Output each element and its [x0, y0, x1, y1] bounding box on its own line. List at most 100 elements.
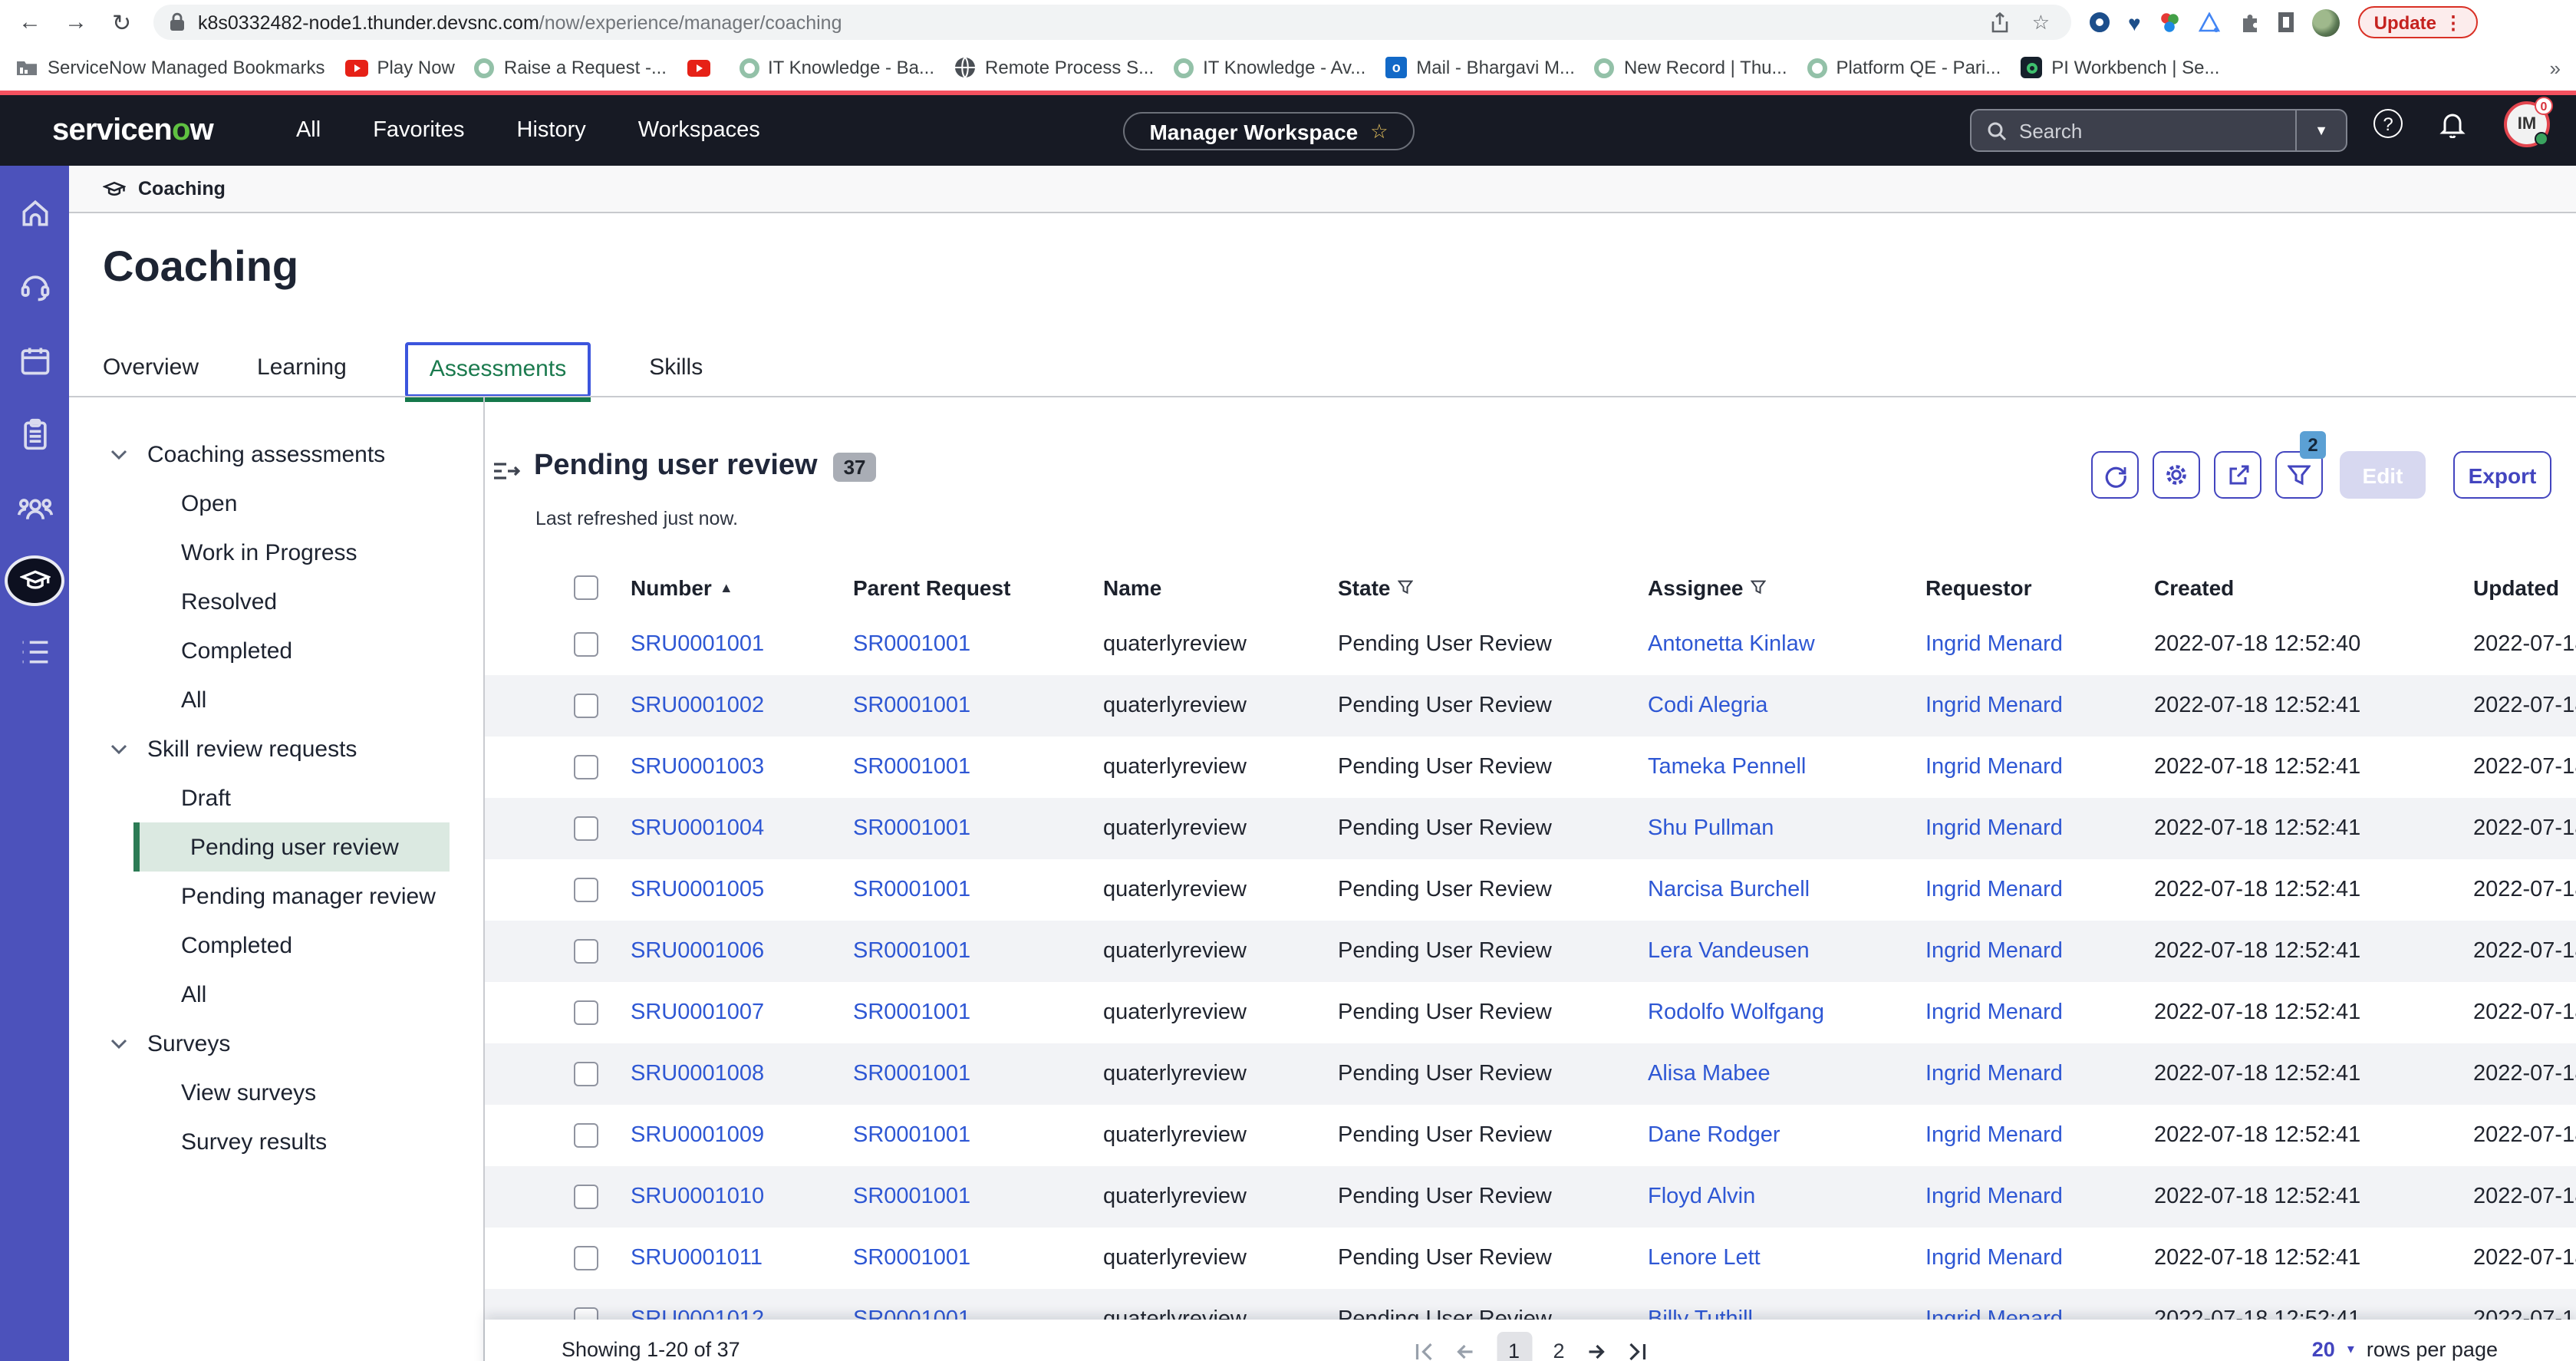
page-2[interactable]: 2: [1553, 1340, 1564, 1361]
extension-heart-icon[interactable]: ♥: [2128, 10, 2141, 35]
assignee-link[interactable]: Antonetta Kinlaw: [1648, 632, 1925, 657]
tree-item-work-in-progress[interactable]: Work in Progress: [69, 528, 483, 577]
share-view-button[interactable]: [2214, 451, 2261, 499]
filter-funnel-icon[interactable]: [1398, 580, 1413, 595]
bookmark-folder[interactable]: ServiceNow Managed Bookmarks: [15, 57, 325, 78]
requestor-link[interactable]: Ingrid Menard: [1925, 1062, 2154, 1086]
list-icon[interactable]: [0, 637, 69, 667]
calendar-icon[interactable]: [0, 344, 69, 377]
number-link[interactable]: SRU0001003: [631, 755, 853, 779]
tree-item-survey-results[interactable]: Survey results: [69, 1117, 483, 1166]
update-button[interactable]: Update⋮: [2359, 6, 2478, 38]
assignee-link[interactable]: Alisa Mabee: [1648, 1062, 1925, 1086]
next-page-icon[interactable]: [1586, 1342, 1606, 1360]
parent-request-link[interactable]: SR0001001: [853, 755, 1103, 779]
bookmark-item[interactable]: Remote Process S...: [954, 57, 1154, 78]
number-link[interactable]: SRU0001011: [631, 1246, 853, 1270]
previous-page-icon[interactable]: [1454, 1342, 1474, 1360]
select-all-checkbox[interactable]: [574, 575, 598, 600]
address-bar[interactable]: k8s0332482-node1.thunder.devsnc.com/now/…: [153, 5, 2071, 40]
col-state[interactable]: State: [1338, 575, 1648, 600]
col-created[interactable]: Created: [2154, 575, 2473, 600]
assignee-link[interactable]: Lera Vandeusen: [1648, 939, 1925, 964]
requestor-link[interactable]: Ingrid Menard: [1925, 1185, 2154, 1209]
assignee-link[interactable]: Codi Alegria: [1648, 694, 1925, 718]
row-checkbox[interactable]: [574, 755, 598, 779]
search-dropdown-icon[interactable]: ▼: [2297, 123, 2346, 138]
breadcrumb-label[interactable]: Coaching: [138, 178, 226, 199]
tab-overview[interactable]: Overview: [103, 354, 199, 396]
tree-item-open[interactable]: Open: [69, 479, 483, 528]
requestor-link[interactable]: Ingrid Menard: [1925, 1123, 2154, 1148]
workspace-pill[interactable]: Manager Workspace ☆: [1123, 112, 1415, 150]
nav-all[interactable]: All: [296, 118, 321, 143]
tree-item-completed-2[interactable]: Completed: [69, 921, 483, 970]
requestor-link[interactable]: Ingrid Menard: [1925, 1246, 2154, 1270]
assignee-link[interactable]: Lenore Lett: [1648, 1246, 1925, 1270]
bookmark-item[interactable]: New Record | Thu...: [1595, 57, 1787, 78]
parent-request-link[interactable]: SR0001001: [853, 816, 1103, 841]
number-link[interactable]: SRU0001008: [631, 1062, 853, 1086]
coaching-icon[interactable]: [5, 555, 64, 606]
home-icon[interactable]: [0, 196, 69, 230]
chevron-down-icon[interactable]: [110, 449, 127, 460]
assignee-link[interactable]: Floyd Alvin: [1648, 1185, 1925, 1209]
tree-item-draft[interactable]: Draft: [69, 773, 483, 822]
assignee-link[interactable]: Narcisa Burchell: [1648, 878, 1925, 902]
row-checkbox[interactable]: [574, 1000, 598, 1025]
nav-workspaces[interactable]: Workspaces: [638, 118, 760, 143]
rows-per-page-caret-icon[interactable]: ▾: [2347, 1341, 2354, 1358]
favorite-star-icon[interactable]: ☆: [1370, 119, 1388, 143]
window-icon[interactable]: [2279, 12, 2294, 32]
bookmarks-overflow-icon[interactable]: »: [2550, 56, 2561, 79]
forward-icon[interactable]: →: [64, 9, 87, 35]
tab-skills[interactable]: Skills: [649, 354, 703, 396]
bookmark-item[interactable]: IT Knowledge - Ba...: [739, 57, 934, 78]
requestor-link[interactable]: Ingrid Menard: [1925, 878, 2154, 902]
row-checkbox[interactable]: [574, 1246, 598, 1270]
settings-button[interactable]: [2153, 451, 2200, 499]
bookmark-item[interactable]: Play Now: [345, 57, 455, 78]
tree-item-pending-manager-review[interactable]: Pending manager review: [69, 872, 483, 921]
row-checkbox[interactable]: [574, 939, 598, 964]
collapse-panel-icon[interactable]: [492, 460, 520, 482]
extension-color-icon[interactable]: [2159, 12, 2181, 33]
number-link[interactable]: SRU0001010: [631, 1185, 853, 1209]
tab-learning[interactable]: Learning: [257, 354, 347, 396]
nav-favorites[interactable]: Favorites: [373, 118, 464, 143]
parent-request-link[interactable]: SR0001001: [853, 1062, 1103, 1086]
back-icon[interactable]: ←: [18, 9, 41, 35]
filter-funnel-icon[interactable]: [1751, 580, 1767, 595]
number-link[interactable]: SRU0001005: [631, 878, 853, 902]
requestor-link[interactable]: Ingrid Menard: [1925, 632, 2154, 657]
refresh-button[interactable]: [2091, 451, 2139, 499]
assignee-link[interactable]: Shu Pullman: [1648, 816, 1925, 841]
number-link[interactable]: SRU0001004: [631, 816, 853, 841]
requestor-link[interactable]: Ingrid Menard: [1925, 755, 2154, 779]
global-search[interactable]: Search ▼: [1970, 109, 2347, 152]
people-icon[interactable]: [0, 491, 69, 525]
row-checkbox[interactable]: [574, 1123, 598, 1148]
headset-icon[interactable]: [0, 270, 69, 304]
rows-per-page-select[interactable]: 20: [2312, 1338, 2335, 1361]
export-button[interactable]: Export: [2453, 451, 2551, 499]
requestor-link[interactable]: Ingrid Menard: [1925, 816, 2154, 841]
requestor-link[interactable]: Ingrid Menard: [1925, 1000, 2154, 1025]
tree-item-all-2[interactable]: All: [69, 970, 483, 1019]
number-link[interactable]: SRU0001009: [631, 1123, 853, 1148]
parent-request-link[interactable]: SR0001001: [853, 632, 1103, 657]
requestor-link[interactable]: Ingrid Menard: [1925, 939, 2154, 964]
tree-section-surveys[interactable]: Surveys: [69, 1019, 483, 1068]
row-checkbox[interactable]: [574, 878, 598, 902]
extension-circle-icon[interactable]: [2090, 12, 2110, 32]
reload-icon[interactable]: ↻: [112, 9, 131, 37]
bookmark-item[interactable]: PI Workbench | Se...: [2021, 57, 2219, 78]
number-link[interactable]: SRU0001002: [631, 694, 853, 718]
bookmark-item[interactable]: Raise a Request -...: [475, 57, 667, 78]
browser-profile-avatar[interactable]: [2313, 8, 2340, 36]
parent-request-link[interactable]: SR0001001: [853, 878, 1103, 902]
chevron-down-icon[interactable]: [110, 1038, 127, 1049]
extension-ax-icon[interactable]: [2199, 12, 2221, 33]
tab-assessments[interactable]: Assessments: [405, 342, 591, 397]
col-parent-request[interactable]: Parent Request: [853, 575, 1103, 600]
